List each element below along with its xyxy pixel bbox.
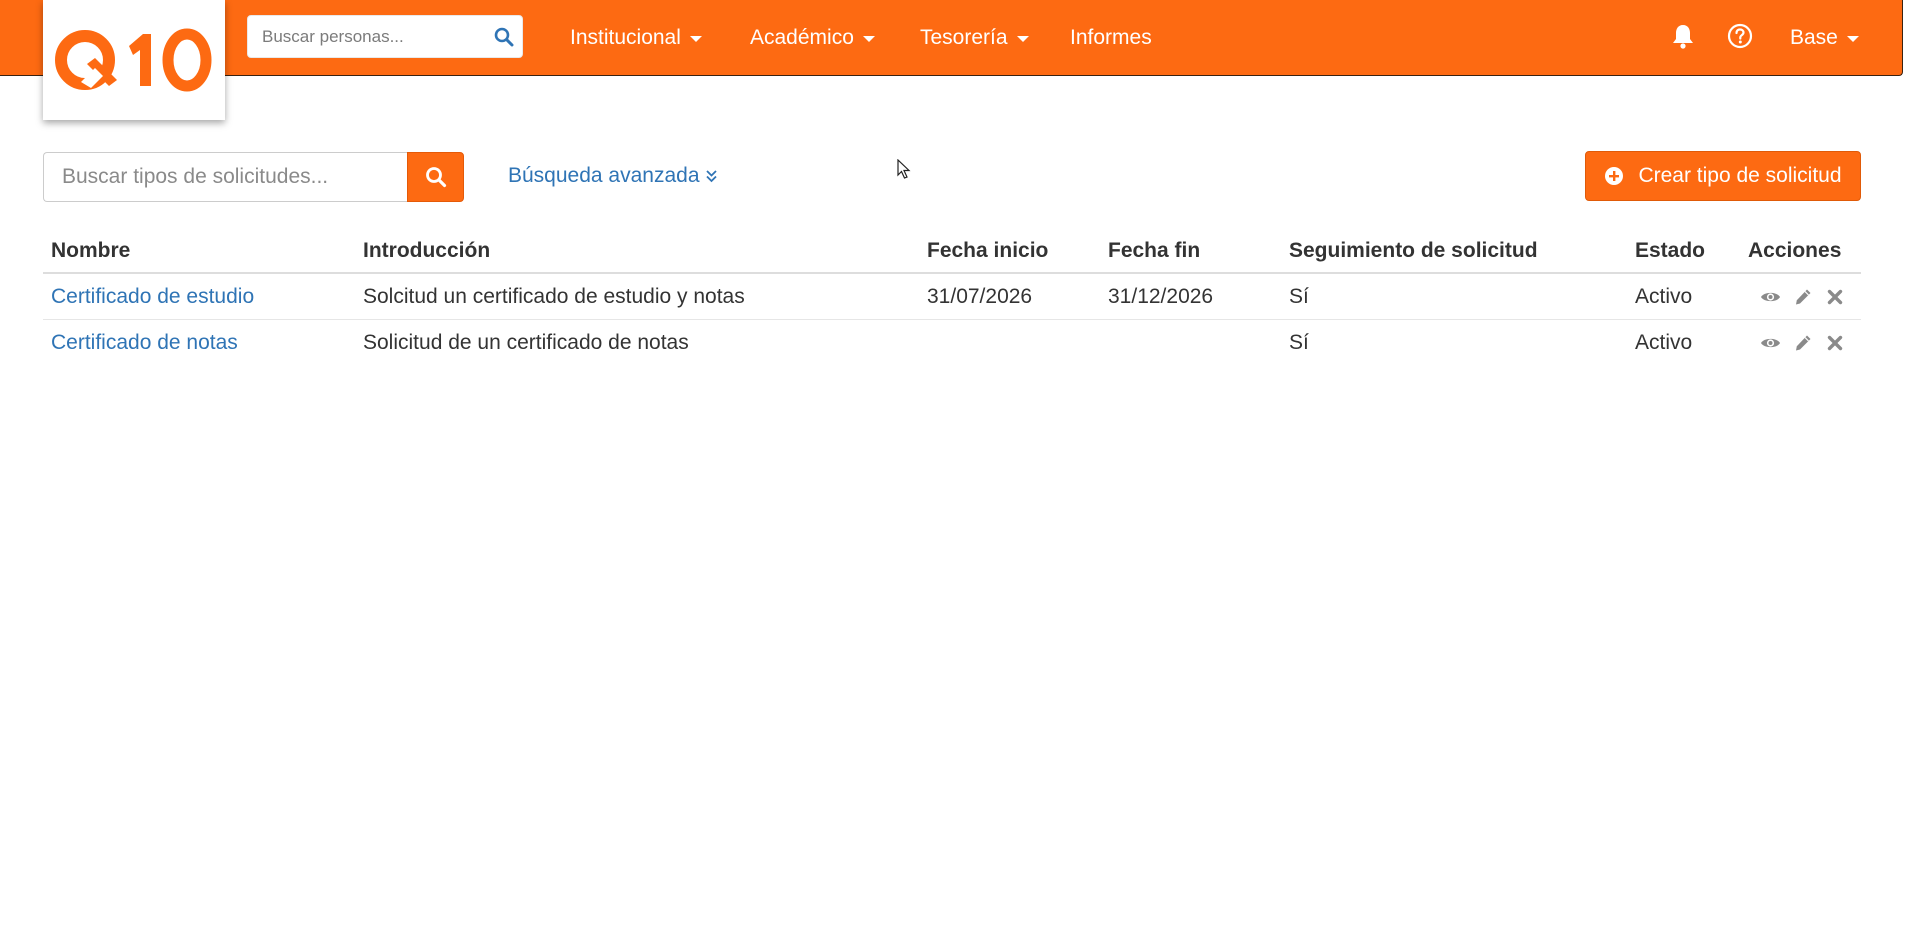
search-icon (425, 167, 446, 188)
people-search-input[interactable] (248, 16, 478, 57)
caret-down-icon (689, 35, 702, 42)
nav-menu-tesoreria[interactable]: Tesorería (920, 0, 1029, 75)
edit-icon[interactable] (1792, 286, 1813, 307)
cell-introduccion: Solcitud un certificado de estudio y not… (355, 273, 919, 320)
request-type-link[interactable]: Certificado de notas (51, 331, 238, 354)
advanced-search-link[interactable]: Búsqueda avanzada (508, 164, 718, 188)
brand-logo[interactable] (43, 0, 225, 120)
request-types-table: Nombre Introducción Fecha inicio Fecha f… (43, 230, 1861, 365)
cell-acciones (1740, 320, 1861, 366)
nav-menu-label: Tesorería (920, 25, 1008, 49)
bell-icon[interactable] (1667, 20, 1699, 52)
nav-menu-informes[interactable]: Informes (1070, 0, 1152, 75)
cell-estado: Activo (1635, 330, 1693, 354)
edit-icon[interactable] (1792, 332, 1813, 353)
mouse-cursor-icon (897, 159, 911, 179)
cell-introduccion: Solicitud de un certificado de notas (363, 330, 689, 354)
cell-fecha-inicio (919, 320, 1100, 366)
cell-fecha-fin: 31/12/2026 (1100, 273, 1281, 320)
caret-down-icon (1016, 35, 1029, 42)
column-header-acciones: Acciones (1740, 230, 1861, 274)
cell-seguimiento: Sí (1289, 330, 1309, 354)
column-header-introduccion[interactable]: Introducción (355, 230, 919, 274)
user-menu-label: Base (1790, 25, 1838, 49)
double-chevron-down-icon (705, 170, 717, 183)
advanced-search-label: Búsqueda avanzada (508, 164, 700, 187)
plus-circle-icon (1605, 167, 1624, 185)
table-row: Certificado de notas Solicitud de un cer… (43, 320, 1861, 366)
caret-down-icon (1846, 35, 1859, 42)
cell-estado: Activo (1627, 273, 1740, 320)
caret-down-icon (862, 35, 875, 42)
nav-menu-institucional[interactable]: Institucional (570, 0, 702, 75)
cell-acciones (1740, 273, 1861, 320)
cell-seguimiento: Sí (1281, 273, 1627, 320)
table-row: Certificado de estudio Solcitud un certi… (43, 273, 1861, 320)
view-icon[interactable] (1760, 332, 1781, 353)
q10-logo (55, 28, 212, 92)
cell-fecha-fin (1100, 320, 1281, 366)
help-icon[interactable] (1724, 20, 1756, 52)
cell-nombre: Certificado de notas (43, 320, 355, 366)
search-icon[interactable] (492, 25, 516, 49)
column-header-estado[interactable]: Estado (1627, 230, 1740, 274)
column-header-fecha-inicio[interactable]: Fecha inicio (919, 230, 1100, 274)
request-types-search-input[interactable] (44, 153, 409, 201)
nav-menu-label: Informes (1070, 25, 1152, 49)
top-navbar: Institucional Académico Tesorería Inform… (0, 0, 1903, 76)
request-types-search (43, 152, 409, 202)
column-header-seguimiento[interactable]: Seguimiento de solicitud (1281, 230, 1627, 274)
delete-icon[interactable] (1824, 286, 1845, 307)
delete-icon[interactable] (1824, 332, 1845, 353)
nav-menu-label: Institucional (570, 25, 681, 49)
column-header-fecha-fin[interactable]: Fecha fin (1100, 230, 1281, 274)
create-button-label: Crear tipo de solicitud (1638, 164, 1842, 187)
table-header-row: Nombre Introducción Fecha inicio Fecha f… (43, 230, 1861, 274)
nav-menu-label: Académico (750, 25, 854, 49)
view-icon[interactable] (1760, 286, 1781, 307)
create-request-type-button[interactable]: Crear tipo de solicitud (1585, 151, 1861, 201)
cell-nombre: Certificado de estudio (43, 273, 355, 320)
request-type-link[interactable]: Certificado de estudio (51, 285, 254, 308)
user-menu[interactable]: Base (1790, 0, 1859, 75)
cell-fecha-inicio: 31/07/2026 (919, 273, 1100, 320)
search-button[interactable] (407, 152, 464, 202)
nav-menu-academico[interactable]: Académico (750, 0, 875, 75)
column-header-nombre[interactable]: Nombre (43, 230, 355, 274)
people-search (247, 15, 523, 58)
